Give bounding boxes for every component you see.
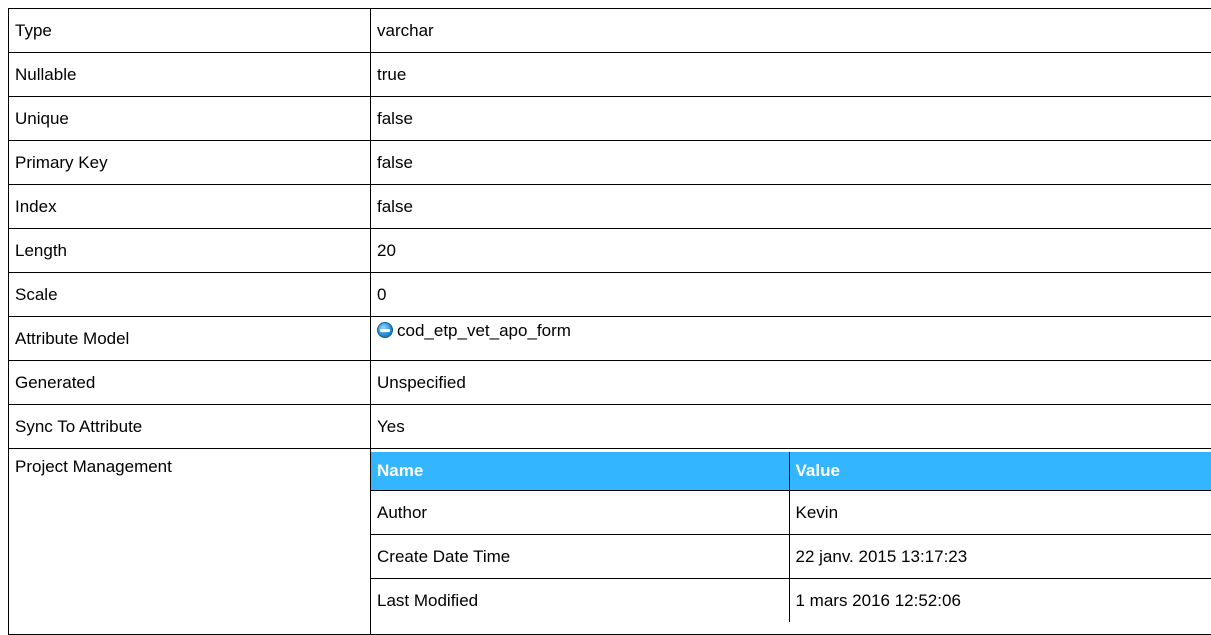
property-row-length: Length 20 xyxy=(8,228,1211,273)
property-label: Sync To Attribute xyxy=(8,404,371,449)
pm-name: Create Date Time xyxy=(371,534,790,579)
property-row-nullable: Nullable true xyxy=(8,52,1211,97)
column-header-name: Name xyxy=(371,452,790,491)
property-row-project-management: Project Management Name Value Author Kev… xyxy=(8,448,1211,635)
column-header-value: Value xyxy=(788,452,1211,491)
pm-name: Author xyxy=(371,490,790,535)
property-row-index: Index false xyxy=(8,184,1211,229)
property-row-sync-to-attribute: Sync To Attribute Yes xyxy=(8,404,1211,449)
property-label: Project Management xyxy=(8,448,371,635)
project-management-table: Name Value Author Kevin Create Date Time… xyxy=(371,452,1211,622)
property-label: Type xyxy=(8,8,371,53)
property-row-type: Type varchar xyxy=(8,8,1211,53)
property-value: Yes xyxy=(370,404,1211,449)
pm-name: Last Modified xyxy=(371,578,790,622)
property-label: Unique xyxy=(8,96,371,141)
property-label: Index xyxy=(8,184,371,229)
project-management-cell: Name Value Author Kevin Create Date Time… xyxy=(370,448,1211,635)
property-row-scale: Scale 0 xyxy=(8,272,1211,317)
property-label: Generated xyxy=(8,360,371,405)
property-row-primary-key: Primary Key false xyxy=(8,140,1211,185)
property-value: false xyxy=(370,96,1211,141)
attribute-model-icon xyxy=(377,322,393,338)
property-value: true xyxy=(370,52,1211,97)
table-row: Create Date Time 22 janv. 2015 13:17:23 xyxy=(371,534,1211,579)
table-row: Last Modified 1 mars 2016 12:52:06 xyxy=(371,578,1211,622)
pm-value: 22 janv. 2015 13:17:23 xyxy=(788,534,1211,579)
property-label: Primary Key xyxy=(8,140,371,185)
property-label: Attribute Model xyxy=(8,316,371,361)
nested-header-row: Name Value xyxy=(371,452,1211,491)
property-label: Nullable xyxy=(8,52,371,97)
property-row-unique: Unique false xyxy=(8,96,1211,141)
properties-table: Type varchar Nullable true Unique false … xyxy=(8,8,1211,635)
pm-value: Kevin xyxy=(788,490,1211,535)
attribute-model-link[interactable]: cod_etp_vet_apo_form xyxy=(397,321,571,340)
property-value: false xyxy=(370,140,1211,185)
property-value: false xyxy=(370,184,1211,229)
table-row: Author Kevin xyxy=(371,490,1211,535)
property-row-generated: Generated Unspecified xyxy=(8,360,1211,405)
property-label: Scale xyxy=(8,272,371,317)
property-value: Unspecified xyxy=(370,360,1211,405)
property-value: 0 xyxy=(370,272,1211,317)
property-label: Length xyxy=(8,228,371,273)
attribute-model-cell: cod_etp_vet_apo_form xyxy=(370,316,1211,361)
property-value: 20 xyxy=(370,228,1211,273)
property-row-attribute-model: Attribute Model cod_etp_vet_apo_form xyxy=(8,316,1211,361)
pm-value: 1 mars 2016 12:52:06 xyxy=(788,578,1211,622)
property-value: varchar xyxy=(370,8,1211,53)
